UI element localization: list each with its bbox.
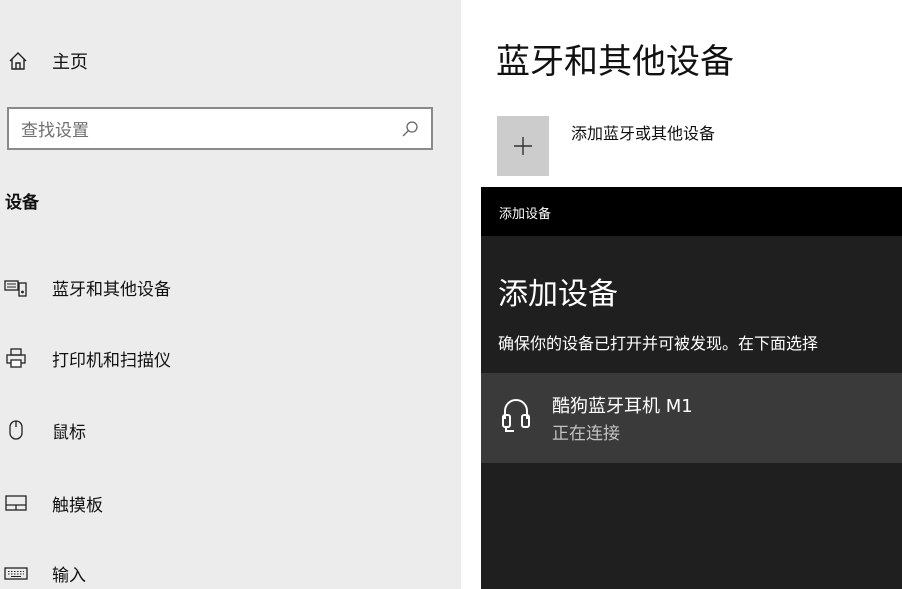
dialog-titlebar[interactable]: 添加设备 bbox=[481, 187, 902, 236]
dialog-heading: 添加设备 bbox=[498, 277, 618, 312]
dialog-description: 确保你的设备已打开并可被发现。在下面选择 bbox=[498, 334, 819, 353]
touchpad-icon bbox=[4, 491, 28, 515]
settings-sidebar: 主页 查找设置 设备 蓝牙和其他设备 打印机和扫描仪 鼠标 触摸板 输入 bbox=[0, 0, 461, 589]
plus-icon bbox=[511, 134, 535, 158]
home-icon bbox=[8, 51, 28, 71]
add-device-dialog: 添加设备 添加设备 确保你的设备已打开并可被发现。在下面选择 酷狗蓝牙耳机 M1… bbox=[481, 187, 902, 589]
search-placeholder: 查找设置 bbox=[21, 121, 89, 141]
sidebar-item-printers[interactable]: 打印机和扫描仪 bbox=[4, 342, 171, 374]
add-device-button[interactable] bbox=[497, 116, 549, 176]
sidebar-item-bluetooth[interactable]: 蓝牙和其他设备 bbox=[4, 271, 171, 303]
mouse-icon bbox=[4, 418, 28, 442]
sidebar-item-input[interactable]: 输入 bbox=[4, 557, 86, 589]
headphones-icon bbox=[501, 395, 531, 439]
bluetooth-devices-icon bbox=[4, 275, 28, 299]
sidebar-item-touchpad[interactable]: 触摸板 bbox=[4, 487, 103, 519]
search-settings-input[interactable]: 查找设置 bbox=[7, 107, 433, 150]
sidebar-item-label: 触摸板 bbox=[52, 495, 103, 516]
sidebar-item-mouse[interactable]: 鼠标 bbox=[4, 414, 86, 446]
home-label: 主页 bbox=[52, 52, 88, 73]
sidebar-item-label: 蓝牙和其他设备 bbox=[52, 279, 171, 300]
home-nav-item[interactable]: 主页 bbox=[8, 46, 88, 76]
sidebar-item-label: 打印机和扫描仪 bbox=[52, 350, 171, 371]
sidebar-item-label: 输入 bbox=[52, 565, 86, 586]
device-list-item[interactable]: 酷狗蓝牙耳机 M1 正在连接 bbox=[481, 373, 902, 463]
section-title-devices: 设备 bbox=[5, 193, 39, 213]
search-icon[interactable] bbox=[401, 120, 419, 138]
dialog-window-title: 添加设备 bbox=[499, 207, 552, 222]
page-title: 蓝牙和其他设备 bbox=[496, 42, 734, 82]
sidebar-item-label: 鼠标 bbox=[52, 422, 86, 443]
printer-icon bbox=[4, 346, 28, 370]
add-device-label[interactable]: 添加蓝牙或其他设备 bbox=[571, 120, 715, 144]
device-status: 正在连接 bbox=[552, 424, 620, 444]
keyboard-icon bbox=[4, 561, 28, 585]
device-name: 酷狗蓝牙耳机 M1 bbox=[552, 396, 693, 417]
